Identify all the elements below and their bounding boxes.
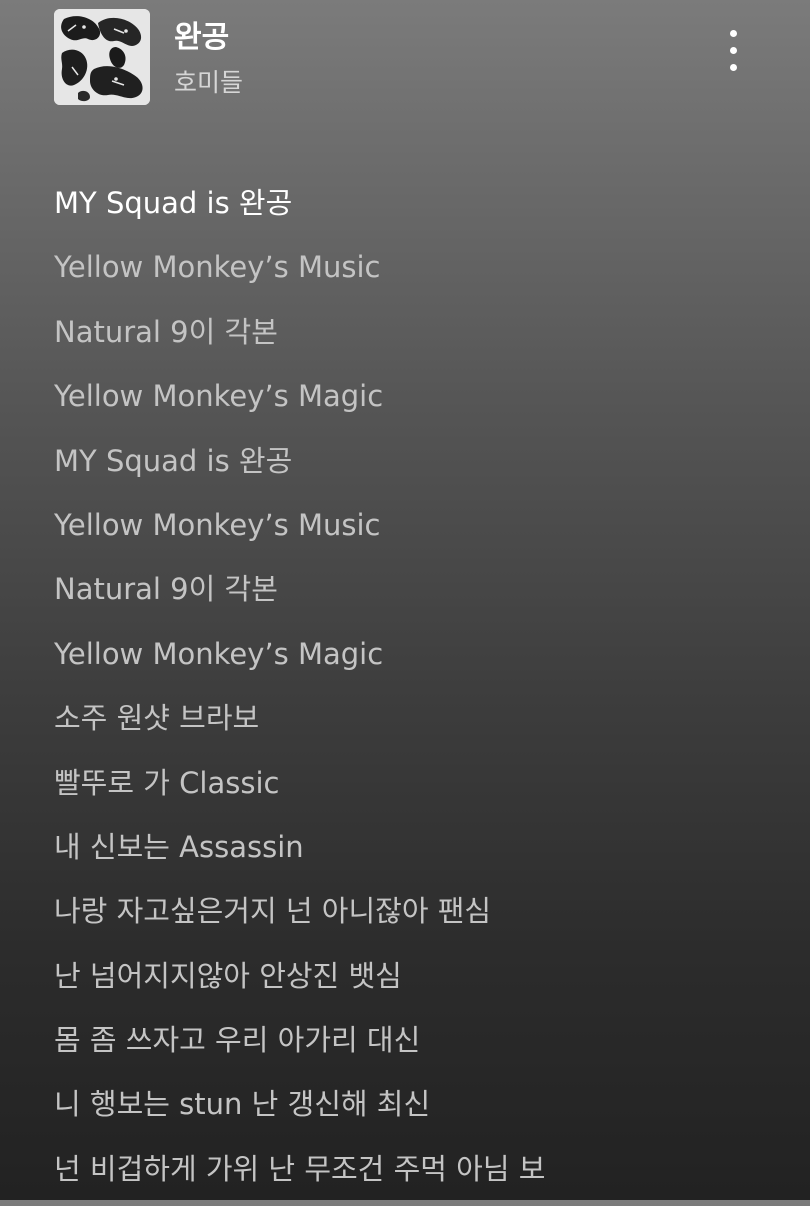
album-art-illustration <box>54 9 150 105</box>
song-title: 완공 <box>174 20 230 55</box>
lyric-line[interactable]: Yellow Monkey’s Music <box>54 240 794 304</box>
lyric-line[interactable]: Natural 9이 각본 <box>54 562 794 626</box>
lyric-line-current[interactable]: MY Squad is 완공 <box>54 176 794 240</box>
album-art[interactable] <box>54 9 150 105</box>
lyric-line[interactable]: 내 신보는 Assassin <box>54 820 794 884</box>
lyric-line[interactable]: Yellow Monkey’s Magic <box>54 627 794 691</box>
song-header: 완공 호미들 <box>0 0 810 130</box>
lyric-line[interactable]: Yellow Monkey’s Magic <box>54 369 794 433</box>
more-dot <box>730 47 737 54</box>
lyric-line[interactable]: 나랑 자고싶은거지 넌 아니잖아 팬심 <box>54 884 794 948</box>
lyrics-list: MY Squad is 완공 Yellow Monkey’s Music Natur… <box>54 176 794 1206</box>
lyric-line[interactable]: 난 넘어지지않아 안상진 뱃심 <box>54 949 794 1013</box>
lyric-line[interactable]: 소주 원샷 브라보 <box>54 691 794 755</box>
lyric-line[interactable]: 몸 좀 쓰자고 우리 아가리 대신 <box>54 1013 794 1077</box>
lyric-line[interactable]: MY Squad is 완공 <box>54 434 794 498</box>
song-artist[interactable]: 호미들 <box>174 63 243 99</box>
more-dot <box>730 64 737 71</box>
lyric-line[interactable]: 니 행보는 stun 난 갱신해 최신 <box>54 1077 794 1141</box>
more-dot <box>730 30 737 37</box>
lyric-line[interactable]: Yellow Monkey’s Music <box>54 498 794 562</box>
more-vertical-icon[interactable] <box>712 26 756 76</box>
lyric-line[interactable]: Natural 9이 각본 <box>54 305 794 369</box>
lyric-line[interactable]: 빨뚜로 가 Classic <box>54 756 794 820</box>
lyric-line[interactable]: 넌 비겁하게 가위 난 무조건 주먹 아님 보 <box>54 1142 794 1206</box>
